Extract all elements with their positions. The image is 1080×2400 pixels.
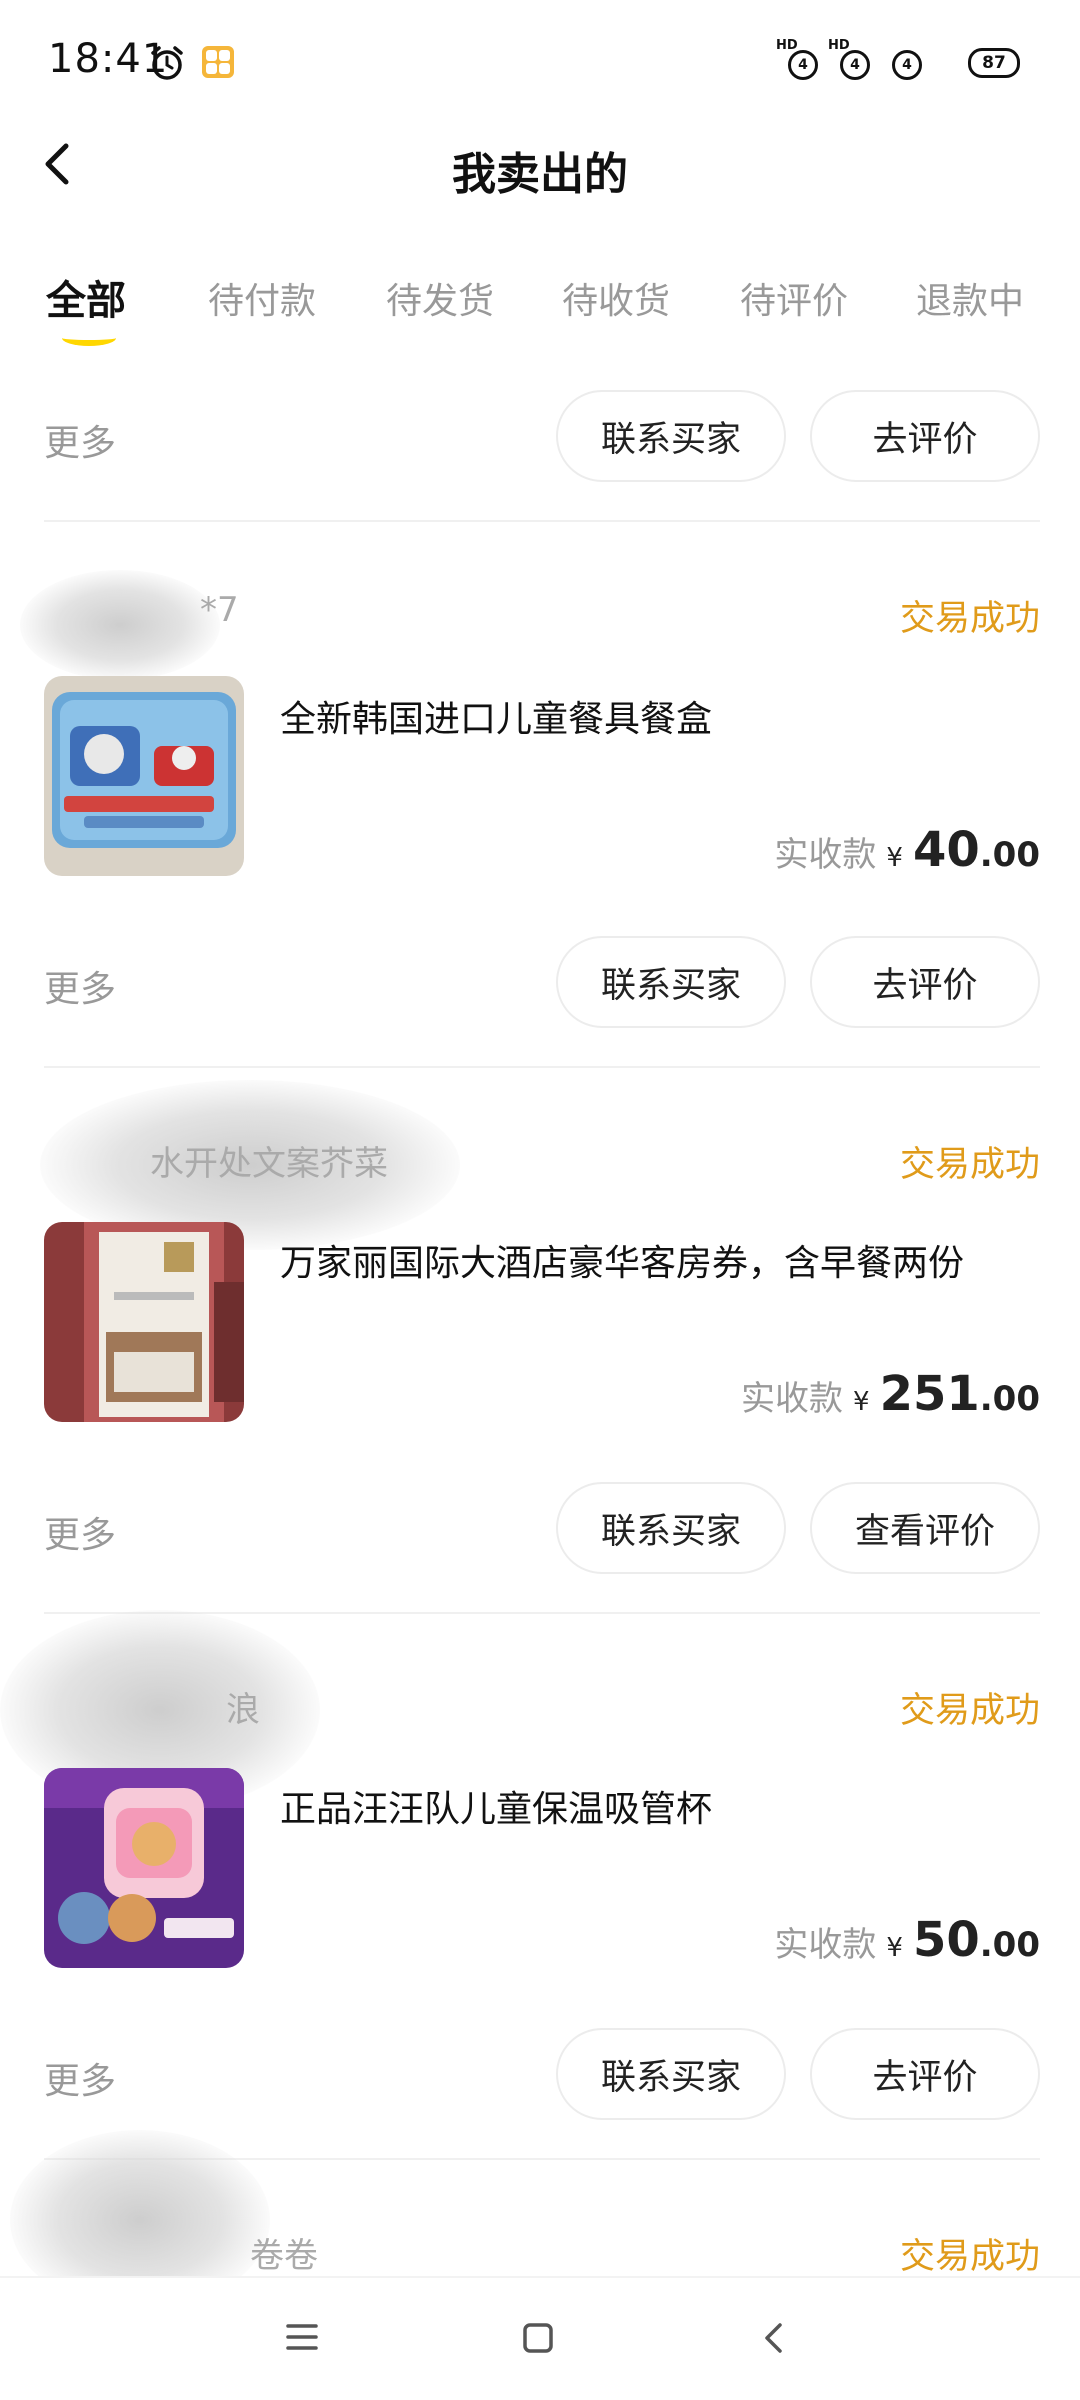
review-button[interactable]: 去评价 — [810, 2028, 1040, 2120]
signal-icon: HD 4 — [776, 38, 822, 82]
contact-buyer-button[interactable]: 联系买家 — [556, 1482, 786, 1574]
buyer-name: 浪 — [226, 1690, 260, 1730]
currency-symbol: ¥ — [886, 843, 903, 873]
price-decimal: .00 — [979, 1379, 1040, 1419]
order-status: 交易成功 — [899, 1145, 1040, 1185]
order-actions: 更多 联系买家 去评价 — [0, 390, 1080, 482]
view-review-button[interactable]: 查看评价 — [810, 1482, 1040, 1574]
buyer-name: *7 — [200, 590, 239, 630]
more-link[interactable]: 更多 — [44, 1506, 116, 1558]
price-integer: 251 — [879, 1366, 980, 1422]
currency-symbol: ¥ — [853, 1387, 870, 1417]
battery-icon: 87 — [968, 48, 1020, 78]
contact-buyer-button[interactable]: 联系买家 — [556, 936, 786, 1028]
alarm-icon — [151, 46, 183, 80]
tab-pending-receipt[interactable]: 待收货 — [562, 272, 670, 324]
tab-bar: 全部 待付款 待发货 待收货 待评价 退款中 — [0, 272, 1080, 352]
buyer-name: 卷卷 — [250, 2236, 318, 2276]
price-label: 实收款 — [741, 1379, 844, 1419]
review-button[interactable]: 去评价 — [810, 936, 1040, 1028]
received-amount: 实收款 ¥ 50 .00 — [774, 1912, 1040, 1968]
contact-buyer-button[interactable]: 联系买家 — [556, 390, 786, 482]
order-status: 交易成功 — [899, 599, 1040, 639]
order-actions: 更多 联系买家 去评价 — [0, 2028, 1080, 2120]
product-thumbnail[interactable] — [44, 1768, 244, 1968]
order-actions: 更多 联系买家 去评价 — [0, 936, 1080, 1028]
more-link[interactable]: 更多 — [44, 414, 116, 466]
app-notification-icon — [202, 46, 234, 78]
page-title: 我卖出的 — [452, 149, 628, 200]
contact-buyer-button[interactable]: 联系买家 — [556, 2028, 786, 2120]
product-thumbnail[interactable] — [44, 676, 244, 876]
signal-icon: HD 4 — [828, 38, 874, 82]
price-integer: 40 — [912, 822, 980, 878]
tab-refunding[interactable]: 退款中 — [916, 272, 1024, 324]
back-triangle-icon[interactable] — [762, 2322, 786, 2354]
received-amount: 实收款 ¥ 40 .00 — [774, 822, 1040, 878]
tab-pending-shipment[interactable]: 待发货 — [386, 272, 494, 324]
review-button[interactable]: 去评价 — [810, 390, 1040, 482]
product-thumbnail[interactable] — [44, 1222, 244, 1422]
item-title[interactable]: 万家丽国际大酒店豪华客房券，含早餐两份 — [280, 1240, 1040, 1288]
price-integer: 50 — [912, 1912, 980, 1968]
more-link[interactable]: 更多 — [44, 960, 116, 1012]
status-bar: 18:41 HD 4 HD 4 4 87 — [0, 0, 1080, 120]
wifi-icon: 4 — [880, 40, 926, 82]
active-tab-indicator — [62, 330, 116, 346]
price-decimal: .00 — [979, 1925, 1040, 1965]
order-status: 交易成功 — [899, 2237, 1040, 2277]
buyer-name: 水开处文案芥菜 — [150, 1144, 388, 1184]
divider — [44, 1066, 1040, 1068]
price-label: 实收款 — [774, 835, 877, 875]
item-title[interactable]: 正品汪汪队儿童保温吸管杯 — [280, 1786, 1040, 1834]
item-title[interactable]: 全新韩国进口儿童餐具餐盒 — [280, 696, 1040, 744]
tab-all[interactable]: 全部 — [46, 268, 126, 326]
screen: 18:41 HD 4 HD 4 4 87 我卖出的 全部 待付款 待发货 待收货… — [0, 0, 1080, 2400]
order-actions: 更多 联系买家 查看评价 — [0, 1482, 1080, 1574]
home-square-icon[interactable] — [522, 2322, 554, 2354]
system-nav-bar — [0, 2276, 1080, 2400]
tab-pending-review[interactable]: 待评价 — [740, 272, 848, 324]
divider — [44, 520, 1040, 522]
currency-symbol: ¥ — [886, 1933, 903, 1963]
blurred-avatar — [20, 570, 220, 680]
price-label: 实收款 — [774, 1925, 877, 1965]
order-status: 交易成功 — [899, 1691, 1040, 1731]
tab-pending-payment[interactable]: 待付款 — [208, 272, 316, 324]
price-decimal: .00 — [979, 835, 1040, 875]
more-link[interactable]: 更多 — [44, 2052, 116, 2104]
received-amount: 实收款 ¥ 251 .00 — [741, 1366, 1040, 1422]
menu-icon[interactable] — [286, 2322, 318, 2352]
